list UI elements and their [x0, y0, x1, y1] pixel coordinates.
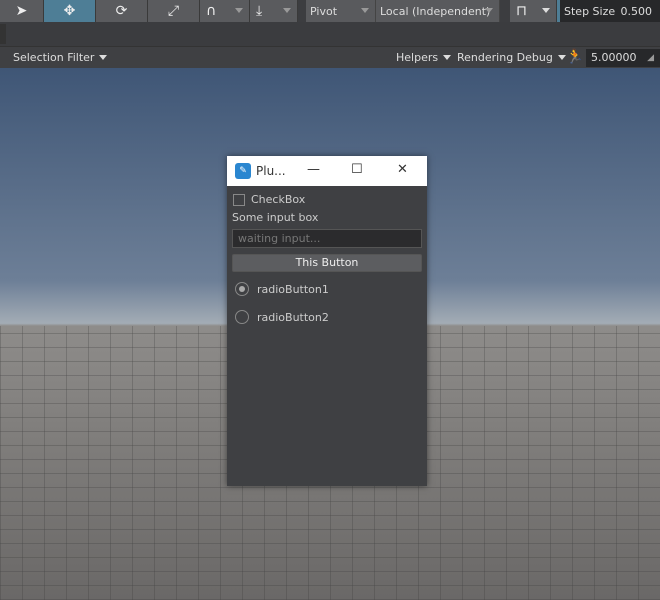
scale-icon: ⤢	[167, 3, 180, 19]
minimize-button[interactable]: —	[307, 162, 320, 177]
radio-button-2[interactable]: radioButton2	[235, 310, 329, 324]
radio-label: radioButton2	[257, 310, 329, 324]
helpers-label: Helpers	[396, 51, 439, 64]
grid-snap-button[interactable]: ⊓	[510, 0, 557, 22]
toolbar-spacer	[0, 22, 660, 46]
radio-button-1[interactable]: radioButton1	[235, 282, 329, 296]
maximize-button[interactable]: ☐	[351, 162, 363, 177]
helpers-menu[interactable]: Helpers	[396, 51, 452, 64]
tab-edge	[0, 24, 6, 44]
snap-surface-icon: ∩	[206, 3, 217, 19]
radio-circle[interactable]	[235, 310, 249, 324]
pivot-dropdown[interactable]: Pivot	[306, 0, 376, 22]
rendering-debug-menu[interactable]: Rendering Debug	[457, 51, 566, 64]
space-value: Local (Independent)	[380, 4, 491, 18]
expand-icon: ◢	[647, 53, 654, 63]
chevron-down-icon	[443, 55, 452, 60]
move-tool-button[interactable]: ✥	[44, 0, 96, 22]
running-man-icon: 🏃	[566, 49, 584, 65]
window-title: Plu...	[256, 164, 286, 178]
step-size-field[interactable]: Step Size 0.500	[557, 0, 660, 22]
checkbox-box[interactable]	[233, 193, 245, 206]
rotate-icon: ⟳	[115, 3, 128, 19]
close-button[interactable]: ✕	[397, 162, 408, 177]
window-titlebar[interactable]: ✎ Plu... — ☐ ✕	[227, 156, 427, 186]
input-label: Some input box	[232, 211, 319, 224]
chevron-down-icon	[485, 8, 493, 13]
move-icon: ✥	[63, 3, 76, 19]
app-icon: ✎	[235, 163, 251, 179]
chevron-down-icon	[361, 8, 369, 13]
checkbox[interactable]: CheckBox	[233, 193, 305, 206]
text-input[interactable]: waiting input...	[232, 229, 422, 248]
main-toolbar: ➤ ✥ ⟳ ⤢ ∩ ⤓ Pivot Local (Independent) ⊓ …	[0, 0, 660, 22]
viewport-header: Selection Filter Helpers Rendering Debug…	[0, 46, 660, 68]
chevron-down-icon	[283, 8, 291, 13]
camera-speed-field[interactable]: 5.00000 ◢	[586, 49, 660, 67]
camera-speed-value: 5.00000	[591, 51, 637, 64]
chevron-down-icon	[557, 55, 566, 60]
magnet-grid-icon: ⊓	[516, 3, 527, 19]
selection-filter-menu[interactable]: Selection Filter	[13, 51, 108, 64]
checkbox-label: CheckBox	[251, 193, 306, 206]
radio-circle[interactable]	[235, 282, 249, 296]
chevron-down-icon	[235, 8, 243, 13]
this-button[interactable]: This Button	[232, 254, 422, 272]
rendering-debug-label: Rendering Debug	[457, 51, 553, 64]
space-dropdown[interactable]: Local (Independent)	[376, 0, 500, 22]
pivot-value: Pivot	[310, 4, 338, 18]
rotate-tool-button[interactable]: ⟳	[96, 0, 148, 22]
plugin-window: ✎ Plu... — ☐ ✕ CheckBox Some input box w…	[227, 156, 427, 486]
chevron-down-icon	[99, 55, 108, 60]
step-size-label: Step Size	[564, 4, 616, 18]
selection-filter-label: Selection Filter	[13, 51, 95, 64]
chevron-down-icon	[542, 8, 550, 13]
select-tool-button[interactable]: ➤	[0, 0, 44, 22]
snap-surface-button[interactable]: ∩	[200, 0, 250, 22]
step-size-value: 0.500	[620, 4, 653, 18]
scale-tool-button[interactable]: ⤢	[148, 0, 200, 22]
snap-ground-button[interactable]: ⤓	[250, 0, 298, 22]
cursor-arrow-icon: ➤	[15, 3, 28, 19]
radio-label: radioButton1	[257, 282, 329, 296]
snap-ground-icon: ⤓	[256, 3, 263, 19]
